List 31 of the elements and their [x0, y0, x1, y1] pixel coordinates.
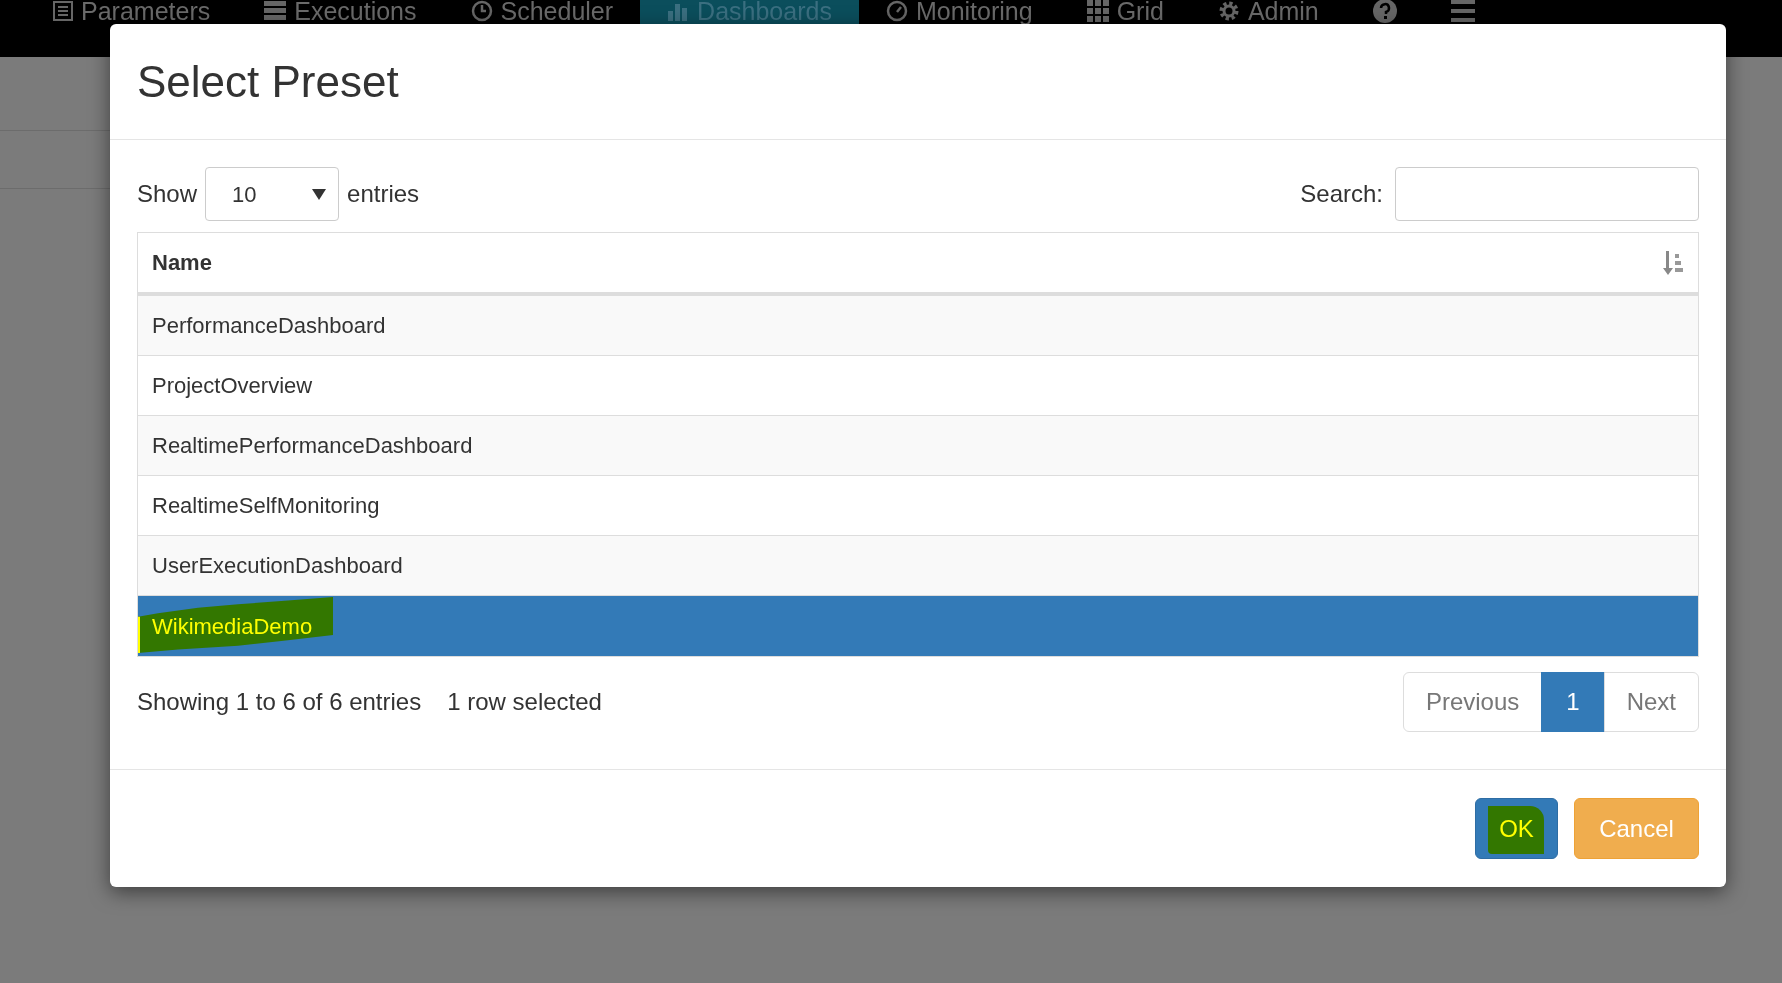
gauge-icon [885, 0, 908, 22]
ok-button[interactable]: OK [1475, 798, 1558, 859]
list-icon [53, 1, 73, 21]
bar-chart-icon [667, 1, 690, 21]
nav-item[interactable]: Grid [1059, 0, 1191, 25]
settings-icon [1217, 0, 1240, 22]
table-row[interactable]: WikimediaDemo [138, 596, 1698, 656]
nav-item[interactable]: Executions [237, 0, 444, 25]
table-row[interactable]: PerformanceDashboard [138, 296, 1698, 356]
caret-icon [312, 188, 327, 200]
table-row[interactable]: UserExecutionDashboard [138, 536, 1698, 596]
length-label: entries [347, 179, 420, 209]
table-info: Showing 1 to 6 of 6 entries [137, 687, 422, 717]
length-label: Show [137, 179, 198, 209]
clock-icon [470, 0, 493, 22]
previous-button[interactable]: Previous [1402, 672, 1543, 732]
page-button[interactable]: 1 [1541, 672, 1605, 732]
search-label: Search: [1300, 179, 1383, 209]
nav-item[interactable]: Monitoring [858, 0, 1060, 25]
nav-item[interactable]: Scheduler [443, 0, 641, 25]
modal-title: Select Preset [137, 59, 399, 104]
table-row[interactable]: RealtimePerformanceDashboard [138, 416, 1698, 476]
server-icon [264, 1, 287, 21]
nav-item[interactable]: Parameters [26, 0, 238, 25]
search-field[interactable] [1395, 167, 1699, 221]
next-button[interactable]: Next [1603, 672, 1699, 732]
entries-dropdown[interactable]: 10 [205, 167, 340, 221]
grid-icon [1086, 0, 1109, 22]
selection-info: 1 row selected [447, 687, 602, 717]
nav-item[interactable]: Admin [1190, 0, 1346, 25]
menu-icon [1450, 0, 1475, 22]
